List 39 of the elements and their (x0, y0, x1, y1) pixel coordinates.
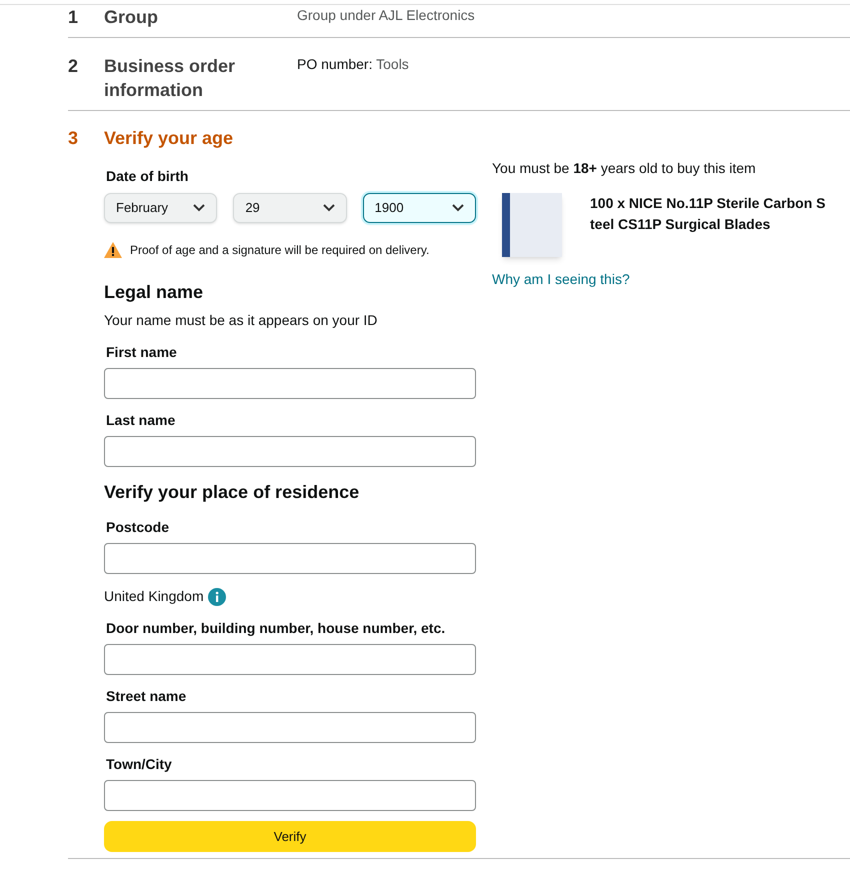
info-link[interactable]: Why am I seeing this? (492, 269, 630, 290)
section-heading: Verify your place of residence (104, 481, 360, 504)
info-icon[interactable] (208, 588, 226, 606)
date-select[interactable]: February (104, 193, 218, 223)
step-title: Business order information (104, 55, 236, 102)
input-field[interactable] (104, 712, 476, 743)
warning-icon (104, 242, 122, 258)
chevron-down-icon (452, 204, 464, 212)
step-number: 3 (68, 127, 80, 150)
product-photo-placeholder (502, 193, 562, 257)
section-heading: Legal name (104, 281, 204, 304)
date-select[interactable]: 29 (233, 193, 347, 223)
input-field[interactable] (104, 644, 476, 675)
summary-text: Group under AJL Electronics (297, 6, 475, 25)
date-select[interactable]: 1900 (362, 193, 476, 223)
chevron-down-icon (193, 204, 206, 212)
field-label: First name (106, 343, 178, 362)
field-label: Last name (106, 411, 176, 430)
country-text: United Kingdom (104, 587, 204, 606)
field-label: Date of birth (106, 167, 190, 186)
input-field[interactable] (104, 436, 476, 467)
input-field[interactable] (104, 368, 476, 399)
field-label: Street name (106, 687, 188, 706)
warning-text: Proof of age and a signature will be required on delivery. (130, 242, 430, 259)
field-label: Door number, building number, house number, etc. (106, 619, 446, 638)
product-title: 100 x NICE No.11P Sterile Carbon Steel CS11P Surgical Blades (590, 194, 827, 234)
field-label: Postcode (106, 518, 170, 537)
verify-button[interactable]: Verify (104, 821, 476, 852)
input-field[interactable] (104, 780, 476, 811)
step-title: Verify your age (104, 127, 234, 150)
step-number: 2 (68, 55, 80, 78)
helper-text: Your name must be as it appears on your ID (104, 311, 378, 330)
step-title: Group (104, 6, 159, 29)
input-field[interactable] (104, 543, 476, 574)
requirement-text: You must be 18+ years old to buy this item (492, 159, 757, 178)
summary-text: PO number: Tools (297, 55, 409, 74)
field-label: Town/City (106, 755, 173, 774)
step-number: 1 (68, 6, 80, 29)
chevron-down-icon (322, 204, 335, 212)
